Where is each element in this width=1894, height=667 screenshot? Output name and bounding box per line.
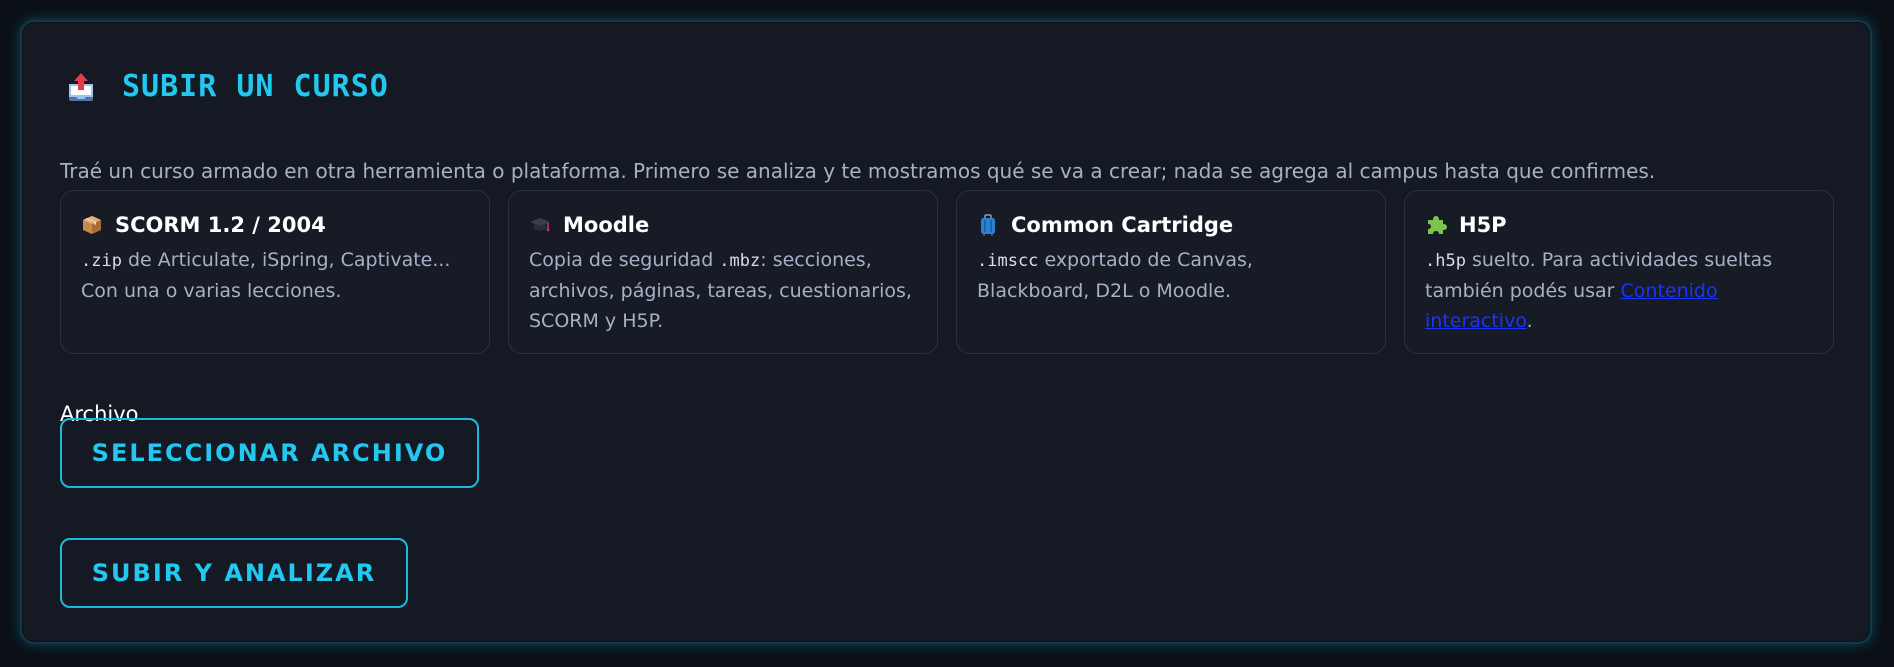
format-description: .zip de Articulate, iSpring, Captivate..… — [81, 249, 451, 302]
format-cards: SCORM 1.2 / 2004 .zip de Articulate, iSp… — [60, 190, 1836, 354]
upload-and-analyze-button[interactable]: SUBIR Y ANALIZAR — [60, 538, 408, 608]
upload-course-panel: SUBIR UN CURSO Traé un curso armado en o… — [20, 20, 1872, 644]
page-title: SUBIR UN CURSO — [122, 68, 389, 104]
format-card-scorm: SCORM 1.2 / 2004 .zip de Articulate, iSp… — [60, 190, 490, 354]
graduation-cap-icon — [529, 214, 551, 236]
select-file-button[interactable]: SELECCIONAR ARCHIVO — [60, 418, 479, 488]
package-icon — [81, 214, 103, 236]
panel-header: SUBIR UN CURSO — [66, 66, 389, 106]
luggage-icon — [977, 214, 999, 236]
format-card-h5p: H5P .h5p suelto. Para actividades suelta… — [1404, 190, 1834, 354]
file-extension: .imscc — [977, 251, 1039, 271]
format-description: .h5p suelto. Para actividades sueltas ta… — [1425, 249, 1773, 332]
format-title: Moodle — [563, 213, 650, 237]
intro-text: Traé un curso armado en otra herramienta… — [60, 159, 1656, 183]
format-title: Common Cartridge — [1011, 213, 1234, 237]
format-card-moodle: Moodle Copia de seguridad .mbz: seccione… — [508, 190, 938, 354]
file-extension: .h5p — [1425, 251, 1466, 271]
format-description: .imscc exportado de Canvas, Blackboard, … — [977, 249, 1253, 302]
format-card-common-cartridge: Common Cartridge .imscc exportado de Can… — [956, 190, 1386, 354]
format-description: Copia de seguridad .mbz: secciones, arch… — [529, 249, 912, 332]
file-extension: .zip — [81, 251, 122, 271]
format-title: H5P — [1459, 213, 1507, 237]
puzzle-icon — [1425, 214, 1447, 236]
upload-tray-icon — [66, 70, 96, 102]
file-extension: .mbz — [719, 251, 761, 271]
format-title: SCORM 1.2 / 2004 — [115, 213, 326, 237]
